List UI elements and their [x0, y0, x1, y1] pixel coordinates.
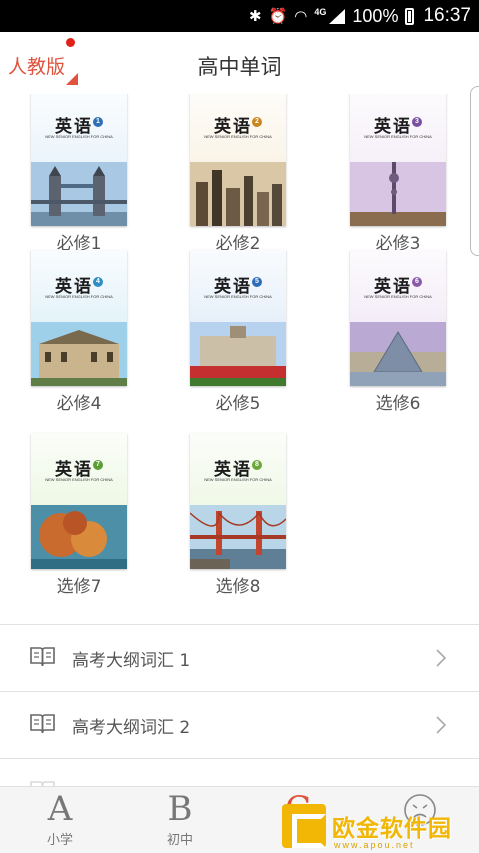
- cover-scene-image: [350, 322, 446, 386]
- status-bar: ✱ ⏰ ◠ 4G 100% 16:37: [0, 0, 479, 32]
- textbook-cover[interactable]: 英语 5 NEW SENIOR ENGLISH FOR CHINA: [190, 250, 286, 386]
- cover-english-subtitle: NEW SENIOR ENGLISH FOR CHINA: [45, 294, 113, 299]
- tab-a-icon: A: [47, 789, 73, 829]
- clock: 16:37: [423, 5, 471, 26]
- cover-english-subtitle: NEW SENIOR ENGLISH FOR CHINA: [204, 477, 272, 482]
- cover-number-badge: 5: [252, 277, 262, 287]
- textbook-item[interactable]: 英语 6 NEW SENIOR ENGLISH FOR CHINA 选修6: [348, 250, 448, 414]
- textbook-cover[interactable]: 英语 4 NEW SENIOR ENGLISH FOR CHINA: [31, 250, 127, 386]
- cover-scene-image: [190, 505, 286, 569]
- tab-junior-high[interactable]: B 初中: [140, 787, 220, 853]
- cover-number-badge: 2: [252, 117, 262, 127]
- notification-dot: [66, 38, 75, 47]
- textbook-cover[interactable]: 英语 2 NEW SENIOR ENGLISH FOR CHINA: [190, 94, 286, 226]
- cover-scene-image: [31, 505, 127, 569]
- watermark-url: www.apou.net: [334, 840, 415, 850]
- battery-percent: 100%: [352, 5, 399, 26]
- cover-english-subtitle: NEW SENIOR ENGLISH FOR CHINA: [204, 294, 272, 299]
- cover-english-subtitle: NEW SENIOR ENGLISH FOR CHINA: [364, 134, 432, 139]
- textbook-item[interactable]: 英语 8 NEW SENIOR ENGLISH FOR CHINA 选修8: [188, 433, 288, 597]
- vocab-list-label: 高考大纲词汇 2: [72, 718, 191, 738]
- textbook-cover[interactable]: 英语 8 NEW SENIOR ENGLISH FOR CHINA: [190, 433, 286, 569]
- cover-scene-image: [350, 162, 446, 226]
- textbook-cover[interactable]: 英语 6 NEW SENIOR ENGLISH FOR CHINA: [350, 250, 446, 386]
- chevron-right-icon: [436, 649, 447, 667]
- cover-number-badge: 7: [93, 460, 103, 470]
- textbook-label: 必修4: [56, 394, 102, 414]
- wifi-icon: ◠: [294, 7, 308, 25]
- cover-english-subtitle: NEW SENIOR ENGLISH FOR CHINA: [204, 134, 272, 139]
- textbook-label: 选修7: [56, 577, 102, 597]
- app-screen: ✱ ⏰ ◠ 4G 100% 16:37 人教版 高中单词 英语 1 NEW SENI…: [0, 0, 479, 853]
- network-type: 4G: [314, 7, 327, 17]
- vocab-list-item-1[interactable]: 高考大纲词汇 1: [0, 625, 479, 691]
- cover-scene-image: [190, 322, 286, 386]
- cover-english-subtitle: NEW SENIOR ENGLISH FOR CHINA: [45, 134, 113, 139]
- vocab-list-item-2[interactable]: 高考大纲词汇 2: [0, 692, 479, 758]
- textbook-cover[interactable]: 英语 7 NEW SENIOR ENGLISH FOR CHINA: [31, 433, 127, 569]
- textbook-label: 选修8: [215, 577, 261, 597]
- app-header: 人教版 高中单词: [0, 32, 479, 94]
- tab-primary-school[interactable]: A 小学: [20, 787, 100, 853]
- chevron-right-icon: [436, 716, 447, 734]
- edge-panel-handle[interactable]: [470, 86, 479, 256]
- cover-number-badge: 1: [93, 117, 103, 127]
- vocab-list-item-3-partial[interactable]: [0, 759, 479, 786]
- cover-english-subtitle: NEW SENIOR ENGLISH FOR CHINA: [45, 477, 113, 482]
- watermark-text: 欧金软件园: [332, 816, 452, 842]
- cover-scene-image: [31, 322, 127, 386]
- tab-label: 小学: [46, 833, 73, 848]
- textbook-item[interactable]: 英语 5 NEW SENIOR ENGLISH FOR CHINA 必修5: [188, 250, 288, 414]
- signal-icon: [329, 8, 346, 24]
- cover-number-badge: 6: [412, 277, 422, 287]
- textbook-grid: 英语 1 NEW SENIOR ENGLISH FOR CHINA 必修1 英语 2 NEW…: [0, 94, 479, 624]
- cover-number-badge: 3: [412, 117, 422, 127]
- textbook-cover[interactable]: 英语 1 NEW SENIOR ENGLISH FOR CHINA: [31, 94, 127, 226]
- vocab-list-label: 高考大纲词汇 1: [72, 651, 191, 671]
- open-book-icon: [30, 647, 55, 667]
- textbook-item[interactable]: 英语 2 NEW SENIOR ENGLISH FOR CHINA 必修2: [188, 94, 288, 254]
- textbook-item[interactable]: 英语 4 NEW SENIOR ENGLISH FOR CHINA 必修4: [29, 250, 129, 414]
- textbook-item[interactable]: 英语 3 NEW SENIOR ENGLISH FOR CHINA 必修3: [348, 94, 448, 254]
- tab-label: 初中: [166, 833, 193, 848]
- watermark: 欧金软件园 www.apou.net: [282, 800, 476, 852]
- textbook-label: 必修5: [215, 394, 261, 414]
- page-title: 高中单词: [197, 55, 282, 79]
- cover-number-badge: 4: [93, 277, 103, 287]
- textbook-item[interactable]: 英语 7 NEW SENIOR ENGLISH FOR CHINA 选修7: [29, 433, 129, 597]
- cover-scene-image: [31, 162, 127, 226]
- watermark-logo-icon: [282, 804, 326, 848]
- battery-icon: [405, 7, 415, 25]
- open-book-icon: [30, 714, 55, 734]
- textbook-item[interactable]: 英语 1 NEW SENIOR ENGLISH FOR CHINA 必修1: [29, 94, 129, 254]
- bluetooth-icon: ✱: [249, 7, 262, 25]
- cover-scene-image: [190, 162, 286, 226]
- textbook-label: 选修6: [375, 394, 421, 414]
- alarm-icon: ⏰: [268, 7, 288, 25]
- tab-b-icon: B: [167, 789, 193, 829]
- textbook-cover[interactable]: 英语 3 NEW SENIOR ENGLISH FOR CHINA: [350, 94, 446, 226]
- cover-english-subtitle: NEW SENIOR ENGLISH FOR CHINA: [364, 294, 432, 299]
- cover-number-badge: 8: [252, 460, 262, 470]
